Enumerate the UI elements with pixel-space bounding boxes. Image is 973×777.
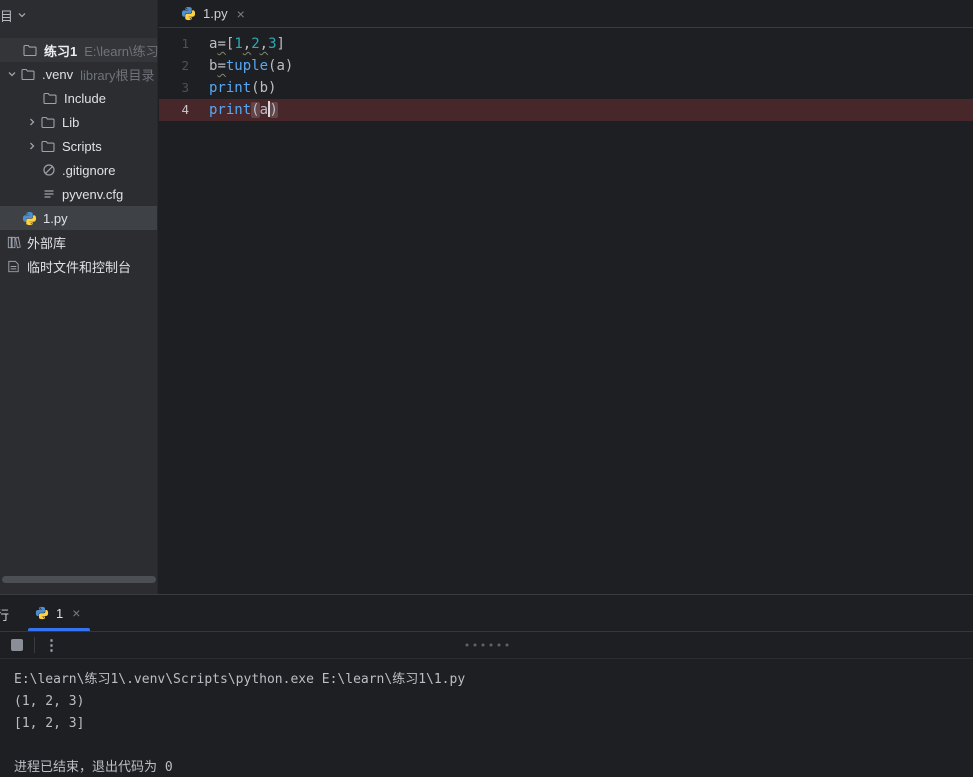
run-tab-1[interactable]: 1 × xyxy=(28,595,90,631)
tree-item-label: Scripts xyxy=(62,139,102,154)
project-panel: 项目 练习1 E:\learn\练习1 .venv xyxy=(0,0,158,594)
folder-icon xyxy=(42,90,58,106)
run-panel: 运行 1 × ⋮ E:\learn\练习1\.venv\Scripts\pyth… xyxy=(0,594,973,777)
line-number: 3 xyxy=(159,77,205,99)
tree-item-gitignore[interactable]: .gitignore xyxy=(0,158,157,182)
editor-tab-1py[interactable]: 1.py × xyxy=(169,0,259,27)
code-text: print(a) xyxy=(205,99,278,121)
tree-item-label: .venv xyxy=(42,67,73,82)
tree-item-label: 练习1 xyxy=(44,41,77,60)
code-lines: 1a=[1,2,3]2b=tuple(a)3print(b)4print(a) xyxy=(159,33,973,121)
console-line: (1, 2, 3) xyxy=(14,691,973,713)
gitignore-icon xyxy=(42,163,56,177)
tree-item-lib[interactable]: Lib xyxy=(0,110,157,134)
project-tree: 练习1 E:\learn\练习1 .venv library根目录 Includ… xyxy=(0,38,157,278)
toolbar-separator xyxy=(34,637,35,653)
code-text: a=[1,2,3] xyxy=(205,33,285,55)
tree-item-project-root[interactable]: 练习1 E:\learn\练习1 xyxy=(0,38,157,62)
scratch-console-icon xyxy=(6,259,21,274)
python-file-icon xyxy=(181,6,196,21)
tree-item-hint: library根目录 xyxy=(80,65,154,84)
config-file-icon xyxy=(42,187,56,201)
chevron-down-icon[interactable] xyxy=(16,9,28,21)
tree-item-venv[interactable]: .venv library根目录 xyxy=(0,62,157,86)
run-panel-title: 运行 xyxy=(0,605,9,624)
panel-drag-handle-icon[interactable] xyxy=(465,644,508,647)
tree-item-scratches[interactable]: 临时文件和控制台 xyxy=(0,254,157,278)
tree-item-include[interactable]: Include xyxy=(0,86,157,110)
code-line[interactable]: 1a=[1,2,3] xyxy=(159,33,973,55)
folder-icon xyxy=(22,42,38,58)
editor-tab-bar: 1.py × xyxy=(159,0,973,28)
tree-item-label: .gitignore xyxy=(62,163,115,178)
line-number: 4 xyxy=(159,99,205,121)
run-toolbar: ⋮ xyxy=(0,631,973,659)
run-tab-title: 1 xyxy=(56,606,63,621)
console-line: 进程已结束，退出代码为 0 xyxy=(14,757,973,777)
library-icon xyxy=(6,235,21,250)
project-panel-header[interactable]: 项目 xyxy=(0,0,157,30)
chevron-right-icon[interactable] xyxy=(24,116,40,128)
close-icon[interactable]: × xyxy=(235,7,247,21)
code-text: print(b) xyxy=(205,77,276,99)
project-panel-title: 项目 xyxy=(0,6,13,25)
console-line: E:\learn\练习1\.venv\Scripts\python.exe E:… xyxy=(14,669,973,691)
tree-item-1py[interactable]: 1.py xyxy=(0,206,157,230)
tree-item-external-libraries[interactable]: 外部库 xyxy=(0,230,157,254)
code-line[interactable]: 4print(a) xyxy=(159,99,973,121)
chevron-right-icon[interactable] xyxy=(24,140,40,152)
code-line[interactable]: 3print(b) xyxy=(159,77,973,99)
line-number: 1 xyxy=(159,33,205,55)
console-line: [1, 2, 3] xyxy=(14,713,973,735)
python-file-icon xyxy=(35,606,49,620)
tree-item-label: 临时文件和控制台 xyxy=(27,257,131,276)
folder-icon xyxy=(20,66,36,82)
tree-item-label: Include xyxy=(64,91,106,106)
python-file-icon xyxy=(22,211,37,226)
code-line[interactable]: 2b=tuple(a) xyxy=(159,55,973,77)
tree-item-label: Lib xyxy=(62,115,79,130)
close-icon[interactable]: × xyxy=(70,606,82,620)
ide-window: 项目 练习1 E:\learn\练习1 .venv xyxy=(0,0,973,777)
run-panel-header: 运行 1 × xyxy=(0,595,973,631)
console-line xyxy=(14,735,973,757)
chevron-down-icon[interactable] xyxy=(4,68,20,80)
editor-tab-title: 1.py xyxy=(203,6,228,21)
tree-item-label: 外部库 xyxy=(27,233,66,252)
tree-item-scripts[interactable]: Scripts xyxy=(0,134,157,158)
tree-item-path: E:\learn\练习1 xyxy=(84,41,166,60)
code-text: b=tuple(a) xyxy=(205,55,293,77)
horizontal-scrollbar[interactable] xyxy=(2,576,156,583)
tree-item-label: 1.py xyxy=(43,211,68,226)
folder-icon xyxy=(40,138,56,154)
folder-icon xyxy=(40,114,56,130)
line-number: 2 xyxy=(159,55,205,77)
console-output[interactable]: E:\learn\练习1\.venv\Scripts\python.exe E:… xyxy=(0,659,973,777)
stop-icon[interactable] xyxy=(11,639,23,651)
tree-item-label: pyvenv.cfg xyxy=(62,187,123,202)
more-options-icon[interactable]: ⋮ xyxy=(44,636,59,654)
code-editor[interactable]: 1a=[1,2,3]2b=tuple(a)3print(b)4print(a) xyxy=(159,28,973,594)
tree-item-pyvenv-cfg[interactable]: pyvenv.cfg xyxy=(0,182,157,206)
